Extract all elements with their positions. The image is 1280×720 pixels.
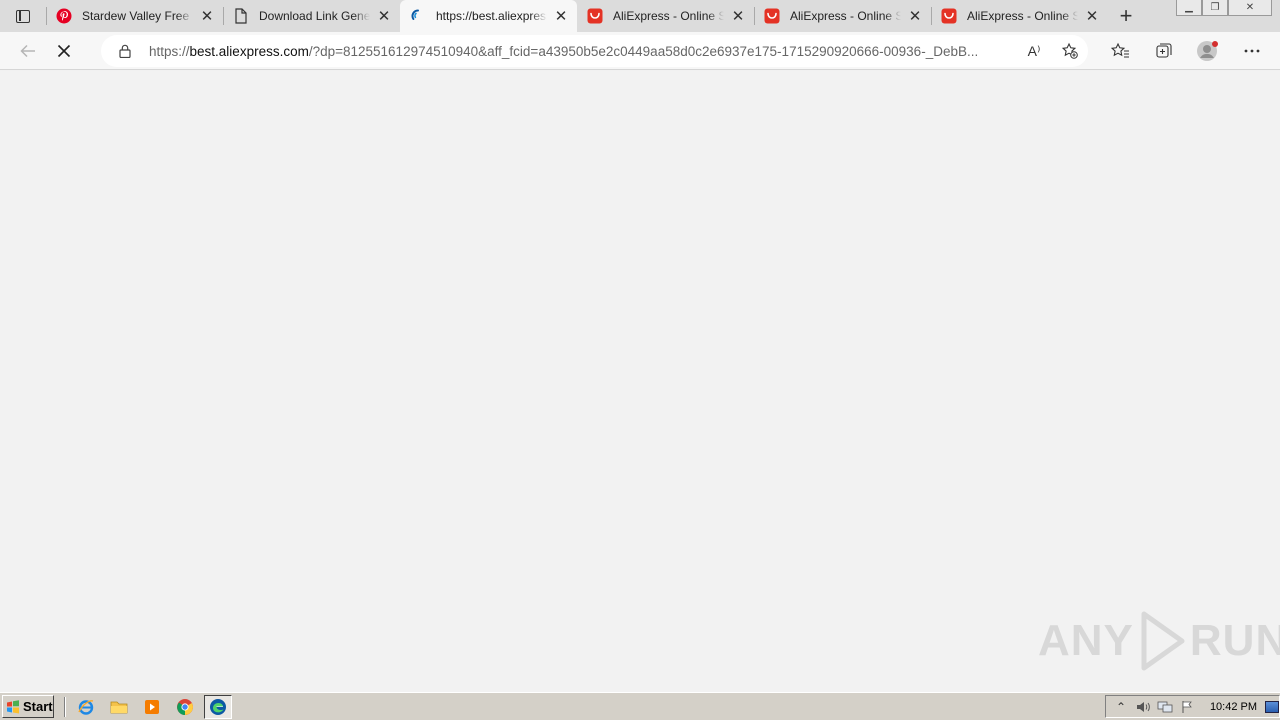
close-tab-icon[interactable]: ✕ [553, 8, 569, 25]
close-tab-icon[interactable]: ✕ [199, 8, 215, 25]
add-favorite-icon[interactable] [1052, 37, 1088, 65]
minimize-icon: ▁ [1185, 2, 1193, 13]
media-player-icon [145, 699, 159, 714]
url-text[interactable]: https://best.aliexpress.com/?dp=81255161… [149, 44, 1016, 59]
stop-loading-button[interactable] [46, 35, 82, 67]
chrome-icon [177, 698, 193, 715]
ie-icon [78, 699, 94, 715]
media-player-button[interactable] [138, 695, 166, 719]
play-logo-icon [1141, 611, 1185, 671]
start-button[interactable]: Start [2, 695, 54, 718]
watermark-run: RUN [1189, 616, 1280, 665]
windows-flag-icon [7, 699, 19, 713]
tab-actions-button[interactable] [0, 0, 46, 32]
tab-title: AliExpress - Online Sh [613, 9, 724, 23]
url-host: best.aliexpress.com [189, 43, 309, 59]
tab-title: https://best.aliexpress [436, 9, 547, 23]
browser-toolbar: https://best.aliexpress.com/?dp=81255161… [0, 32, 1280, 70]
close-tab-icon[interactable]: ✕ [730, 8, 746, 25]
loading-icon [410, 8, 426, 24]
stop-icon [57, 44, 71, 57]
edge-button[interactable] [204, 694, 232, 719]
edge-icon [210, 698, 226, 715]
close-tab-icon[interactable]: ✕ [1084, 8, 1100, 25]
minimize-button[interactable]: ▁ [1176, 0, 1202, 16]
pinterest-icon [56, 8, 72, 24]
settings-more-button[interactable] [1230, 35, 1274, 67]
lock-icon[interactable] [117, 43, 133, 59]
profile-button[interactable] [1186, 35, 1230, 67]
collections-icon [1156, 43, 1172, 58]
clock[interactable]: 10:42 PM [1210, 701, 1257, 713]
close-window-button[interactable]: ✕ [1228, 0, 1272, 16]
tab-actions-icon [16, 9, 30, 23]
back-arrow-icon [20, 44, 35, 57]
collections-button[interactable] [1142, 35, 1186, 67]
aliexpress-icon [941, 8, 957, 24]
tab-best-aliexpress[interactable]: https://best.aliexpress ✕ [400, 0, 577, 32]
taskbar-separator [64, 696, 66, 717]
favorites-icon [1110, 42, 1129, 58]
anyrun-watermark: ANY RUN [1038, 610, 1280, 672]
close-icon: ✕ [1245, 2, 1255, 13]
explorer-button[interactable] [105, 695, 133, 719]
restore-button[interactable]: ❐ [1202, 0, 1228, 16]
system-tray: ⌃ 10:42 PM [1105, 695, 1280, 718]
tab-strip: Stardew Valley Free D ✕ Download Link Ge… [0, 0, 1280, 32]
address-bar[interactable]: https://best.aliexpress.com/?dp=81255161… [101, 35, 1088, 67]
close-tab-icon[interactable]: ✕ [376, 8, 392, 25]
favorites-button[interactable] [1098, 35, 1142, 67]
page-content [0, 71, 1280, 692]
aliexpress-icon [587, 8, 603, 24]
show-desktop-icon[interactable] [1265, 700, 1280, 713]
watermark-any: ANY [1038, 616, 1134, 665]
tab-title: Download Link Gener [259, 9, 370, 23]
tab-stardew[interactable]: Stardew Valley Free D ✕ [46, 0, 223, 32]
tab-aliexpress-3[interactable]: AliExpress - Online Sh ✕ [931, 0, 1108, 32]
window-controls: ▁ ❐ ✕ [1176, 0, 1272, 16]
taskbar: Start ⌃ 10:42 PM [0, 692, 1280, 720]
show-hidden-icons-icon[interactable]: ⌃ [1110, 698, 1132, 716]
url-scheme: https:// [149, 43, 190, 59]
tab-title: AliExpress - Online Sh [967, 9, 1078, 23]
tab-title: Stardew Valley Free D [82, 9, 193, 23]
tab-title: AliExpress - Online Sh [790, 9, 901, 23]
avatar-icon [1197, 41, 1218, 61]
more-dots-icon [1244, 49, 1260, 53]
restore-icon: ❐ [1210, 2, 1220, 13]
aliexpress-icon [764, 8, 780, 24]
ie-button[interactable] [72, 695, 100, 719]
plus-icon: + [1119, 3, 1133, 28]
action-center-flag-icon[interactable] [1176, 698, 1198, 716]
back-button[interactable] [10, 35, 46, 67]
chrome-button[interactable] [171, 695, 199, 719]
tab-aliexpress-2[interactable]: AliExpress - Online Sh ✕ [754, 0, 931, 32]
new-tab-button[interactable]: + [1108, 0, 1144, 32]
volume-icon[interactable] [1132, 698, 1154, 716]
tab-aliexpress-1[interactable]: AliExpress - Online Sh ✕ [577, 0, 754, 32]
read-aloud-icon[interactable]: A⁾ [1016, 37, 1052, 65]
close-tab-icon[interactable]: ✕ [907, 8, 923, 25]
network-icon[interactable] [1154, 698, 1176, 716]
tab-download-link[interactable]: Download Link Gener ✕ [223, 0, 400, 32]
folder-icon [110, 701, 128, 713]
start-label: Start [23, 699, 53, 714]
page-icon [233, 8, 249, 24]
url-path: /?dp=812551612974510940&aff_fcid=a43950b… [308, 43, 979, 59]
